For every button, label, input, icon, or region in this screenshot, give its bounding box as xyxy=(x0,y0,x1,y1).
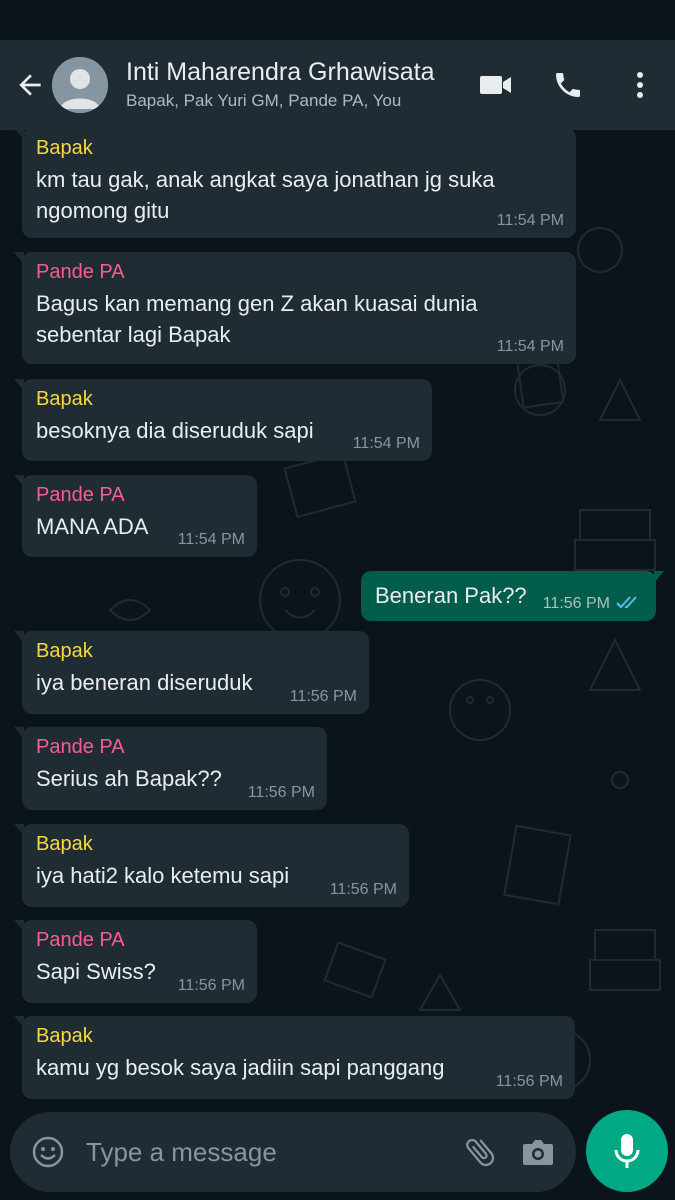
message-time: 11:56 PM xyxy=(543,594,642,613)
menu-button[interactable] xyxy=(613,58,667,112)
message-time: 11:56 PM xyxy=(178,977,245,995)
bubble-tail xyxy=(14,475,24,487)
default-avatar-icon xyxy=(52,57,108,113)
chat-participants: Bapak, Pak Yuri GM, Pande PA, You xyxy=(126,91,402,110)
incoming-message[interactable]: Bapak kamu yg besok saya jadiin sapi pang… xyxy=(14,1016,575,1099)
arrow-left-icon xyxy=(19,74,41,96)
message-time: 11:54 PM xyxy=(497,212,564,230)
status-bar xyxy=(0,0,675,40)
bubble-tail xyxy=(14,824,24,836)
double-check-icon xyxy=(616,596,637,609)
message-sender[interactable]: Pande PA xyxy=(36,926,244,954)
voice-call-button[interactable] xyxy=(541,58,595,112)
message-sender[interactable]: Bapak xyxy=(36,1022,562,1050)
message-timestamp: 11:56 PM xyxy=(177,977,245,994)
message-timestamp: 11:54 PM xyxy=(177,531,245,548)
incoming-message[interactable]: Bapak besoknya dia diseruduk sapi 11:54 PM xyxy=(14,379,432,461)
voice-record-button[interactable] xyxy=(586,1110,668,1192)
incoming-message[interactable]: Bapak iya beneran diseruduk 11:56 PM xyxy=(14,631,369,714)
message-time: 11:56 PM xyxy=(496,1073,563,1091)
message-time: 11:56 PM xyxy=(248,784,315,802)
incoming-message[interactable]: Pande PA Sapi Swiss? 11:56 PM xyxy=(14,920,257,1003)
bubble-tail xyxy=(14,1016,24,1028)
message-timestamp: 11:54 PM xyxy=(352,435,420,452)
message-timestamp: 11:56 PM xyxy=(289,688,357,705)
incoming-message[interactable]: Bapak iya hati2 kalo ketemu sapi 11:56 PM xyxy=(14,824,409,907)
bubble-tail xyxy=(14,631,24,643)
emoji-button[interactable] xyxy=(26,1130,70,1174)
video-call-button[interactable] xyxy=(469,58,523,112)
message-text: Bagus kan memang gen Z akan kuasai dunia… xyxy=(36,291,478,347)
message-sender[interactable]: Bapak xyxy=(36,134,563,162)
bubble-tail xyxy=(14,727,24,739)
message-time: 11:54 PM xyxy=(353,435,420,453)
message-timestamp: 11:56 PM xyxy=(542,595,610,612)
bubble-tail xyxy=(14,130,24,140)
emoji-icon xyxy=(32,1136,64,1168)
message-timestamp: 11:56 PM xyxy=(247,784,315,801)
incoming-message[interactable]: Bapak km tau gak, anak angkat saya jonath… xyxy=(14,130,576,238)
video-camera-icon xyxy=(480,76,511,94)
message-timestamp: 11:54 PM xyxy=(496,338,564,355)
message-sender[interactable]: Pande PA xyxy=(36,481,244,509)
message-sender[interactable]: Bapak xyxy=(36,830,396,858)
more-vert-icon xyxy=(637,72,643,98)
message-sender[interactable]: Bapak xyxy=(36,385,419,413)
incoming-message[interactable]: Pande PA MANA ADA 11:54 PM xyxy=(14,475,257,557)
bubble-tail xyxy=(14,379,24,391)
chat-title: Inti Maharendra Grhawisata xyxy=(126,58,435,86)
microphone-icon xyxy=(614,1134,640,1168)
phone-icon xyxy=(556,73,580,97)
message-input[interactable] xyxy=(84,1135,458,1169)
message-composer xyxy=(10,1112,576,1192)
message-timestamp: 11:56 PM xyxy=(329,881,397,898)
message-time: 11:54 PM xyxy=(178,531,245,549)
message-sender[interactable]: Pande PA xyxy=(36,258,563,286)
outgoing-message[interactable]: Beneran Pak?? 11:56 PM xyxy=(361,571,664,621)
bubble-tail xyxy=(14,920,24,932)
attach-button[interactable] xyxy=(458,1130,502,1174)
message-time: 11:56 PM xyxy=(290,688,357,706)
incoming-message[interactable]: Pande PA Bagus kan memang gen Z akan kuas… xyxy=(14,252,576,364)
message-timestamp: 11:54 PM xyxy=(496,212,564,229)
paperclip-icon xyxy=(466,1138,495,1167)
message-sender[interactable]: Bapak xyxy=(36,637,356,665)
chat-header: Inti Maharendra Grhawisata Bapak, Pak Yu… xyxy=(0,40,675,130)
camera-button[interactable] xyxy=(516,1130,560,1174)
bubble-tail xyxy=(14,252,24,264)
group-avatar[interactable] xyxy=(52,57,108,113)
message-sender[interactable]: Pande PA xyxy=(36,733,314,761)
camera-icon xyxy=(523,1140,553,1165)
message-timestamp: 11:56 PM xyxy=(495,1073,563,1090)
message-text: kamu yg besok saya jadiin sapi panggang xyxy=(36,1055,445,1080)
bubble-tail xyxy=(654,571,664,583)
message-time: 11:56 PM xyxy=(330,881,397,899)
chat-area[interactable]: Bapak km tau gak, anak angkat saya jonath… xyxy=(0,130,675,1110)
chat-title-block[interactable]: Inti Maharendra Grhawisata Bapak, Pak Yu… xyxy=(126,57,469,113)
incoming-message[interactable]: Pande PA Serius ah Bapak?? 11:56 PM xyxy=(14,727,327,810)
message-time: 11:54 PM xyxy=(497,338,564,356)
message-text: km tau gak, anak angkat saya jonathan jg… xyxy=(36,167,495,223)
back-button[interactable] xyxy=(8,63,52,107)
